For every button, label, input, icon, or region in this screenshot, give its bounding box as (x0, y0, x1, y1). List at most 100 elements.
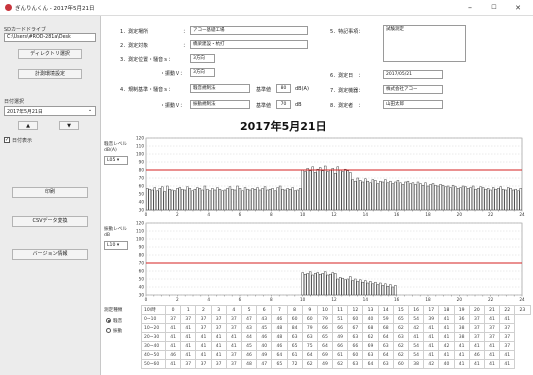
table-cell: 37 (210, 359, 227, 369)
close-button[interactable]: ✕ (509, 2, 527, 14)
vib-y-tick: 50 (139, 277, 145, 282)
table-cell: 63 (286, 332, 303, 342)
notes-field[interactable]: 試験測定 (383, 25, 466, 62)
noise-standard-field[interactable]: 80 (276, 84, 291, 93)
date-select-dropdown[interactable]: 2017年5月21日 ⌄ (4, 106, 96, 116)
table-cell: 59 (377, 314, 394, 324)
noise-bar (401, 184, 405, 211)
window-title: ぎんりんくん - 2017年5月21日 (15, 6, 95, 12)
table-cell: 41 (407, 332, 425, 342)
table-cell: 41 (423, 341, 440, 351)
noise-bar (156, 190, 159, 211)
table-cell: 10~20 (141, 323, 166, 333)
table-cell: 41 (438, 323, 455, 333)
device-field[interactable]: 株式会社アコー (383, 85, 443, 94)
table-header-cell: 19 (453, 305, 470, 315)
table-cell: 51 (332, 314, 349, 324)
minimize-button[interactable]: – (461, 2, 479, 14)
table-cell: 41 (180, 323, 197, 333)
vib-bar (331, 272, 334, 296)
vib-bar (381, 285, 385, 296)
table-header-cell: 14 (377, 305, 394, 315)
vib-bar (303, 273, 307, 296)
table-cell: 37 (468, 323, 485, 333)
table-cell: 62 (301, 359, 318, 369)
table-cell: 45 (240, 341, 258, 351)
table-cell: 36 (453, 314, 470, 324)
noise-bar (509, 188, 512, 211)
noise-bar (306, 168, 309, 211)
table-header-cell: 0 (164, 305, 182, 315)
csv-convert-button[interactable]: CSVデータ変換 (12, 216, 88, 227)
table-cell: 41 (438, 350, 455, 360)
prev-date-button[interactable]: ▲ (18, 121, 38, 130)
noise-bar (489, 189, 492, 211)
version-info-button[interactable]: バージョン情報 (12, 249, 88, 260)
noise-bar (461, 185, 465, 211)
table-cell: 41 (453, 359, 470, 369)
table-cell: 41 (423, 332, 440, 342)
vib-bar (394, 285, 397, 296)
vib-bar (316, 272, 319, 296)
target-field[interactable]: 橋梁建設・杭打 (190, 40, 308, 49)
table-cell: 50~60 (141, 359, 166, 369)
vib-radio[interactable] (106, 328, 111, 333)
maximize-button[interactable]: ☐ (485, 2, 503, 14)
vib-x-tick: 20 (457, 297, 463, 302)
mode-label: 測定種類 (104, 308, 123, 313)
noise-x-tick: 18 (425, 212, 431, 217)
table-cell: 41 (499, 314, 516, 324)
operator-field[interactable]: 山田太郎 (383, 100, 443, 109)
table-cell: 63 (347, 332, 364, 342)
table-cell: 61 (332, 350, 349, 360)
noise-bar (283, 189, 287, 211)
vib-x-tick: 22 (488, 297, 494, 302)
table-cell: 41 (164, 332, 182, 342)
date-heading: 2017年5月21日 (240, 120, 327, 133)
app-icon (5, 4, 12, 11)
table-cell: 43 (240, 323, 258, 333)
vib-standard-field[interactable]: 70 (276, 100, 291, 109)
noise-bar (201, 189, 204, 211)
vib-x-tick: 6 (239, 297, 242, 302)
noise-bar (221, 190, 224, 211)
table-cell: 69 (362, 341, 379, 351)
directory-select-button[interactable]: ディレクトリ選択 (18, 49, 82, 59)
noise-bar (479, 186, 482, 211)
date-display-checkbox[interactable]: ✓ (4, 137, 10, 143)
table-cell: 49 (256, 350, 273, 360)
vib-bar (359, 279, 362, 296)
noise-bar (346, 170, 349, 211)
noise-y-tick: 110 (136, 144, 144, 149)
vib-x-tick: 10 (300, 297, 306, 302)
vib-x-tick: 0 (145, 297, 148, 302)
table-cell: 41 (483, 350, 501, 360)
location-field[interactable]: アコー基礎工場 (190, 26, 308, 35)
vib-bar (389, 284, 392, 296)
next-date-button[interactable]: ▼ (59, 121, 79, 130)
noise-radio[interactable] (106, 318, 111, 323)
vib-bar (329, 273, 332, 296)
position-vib-field[interactable]: 3方向 (190, 68, 215, 77)
date-field[interactable]: 2017/05/21 (383, 70, 443, 79)
vib-y-tick: 110 (136, 229, 144, 234)
position-noise-field[interactable]: 3方向 (190, 54, 215, 63)
noise-bar (171, 189, 174, 211)
measurement-settings-button[interactable]: 計測環境設定 (18, 69, 82, 79)
table-cell: 60 (347, 314, 364, 324)
table-header-cell: 22 (499, 305, 516, 315)
vib-y-tick: 90 (139, 245, 145, 250)
regulation-vib-field[interactable]: 振動規制法 (190, 100, 250, 109)
table-cell: 64 (316, 341, 334, 351)
table-cell: 0~10 (141, 314, 166, 324)
table-header-cell: 21 (483, 305, 501, 315)
noise-bar (273, 190, 277, 211)
path-field[interactable]: C:\Users\#ROD-281a\Desk (4, 33, 96, 42)
print-button[interactable]: 印刷 (12, 187, 88, 198)
noise-bar (421, 184, 425, 211)
table-header-cell: 12 (347, 305, 364, 315)
table-cell: 41 (195, 341, 212, 351)
noise-bar (243, 187, 247, 211)
regulation-noise-field[interactable]: 騒音規制法 (190, 84, 250, 93)
vib-bar (379, 282, 382, 296)
